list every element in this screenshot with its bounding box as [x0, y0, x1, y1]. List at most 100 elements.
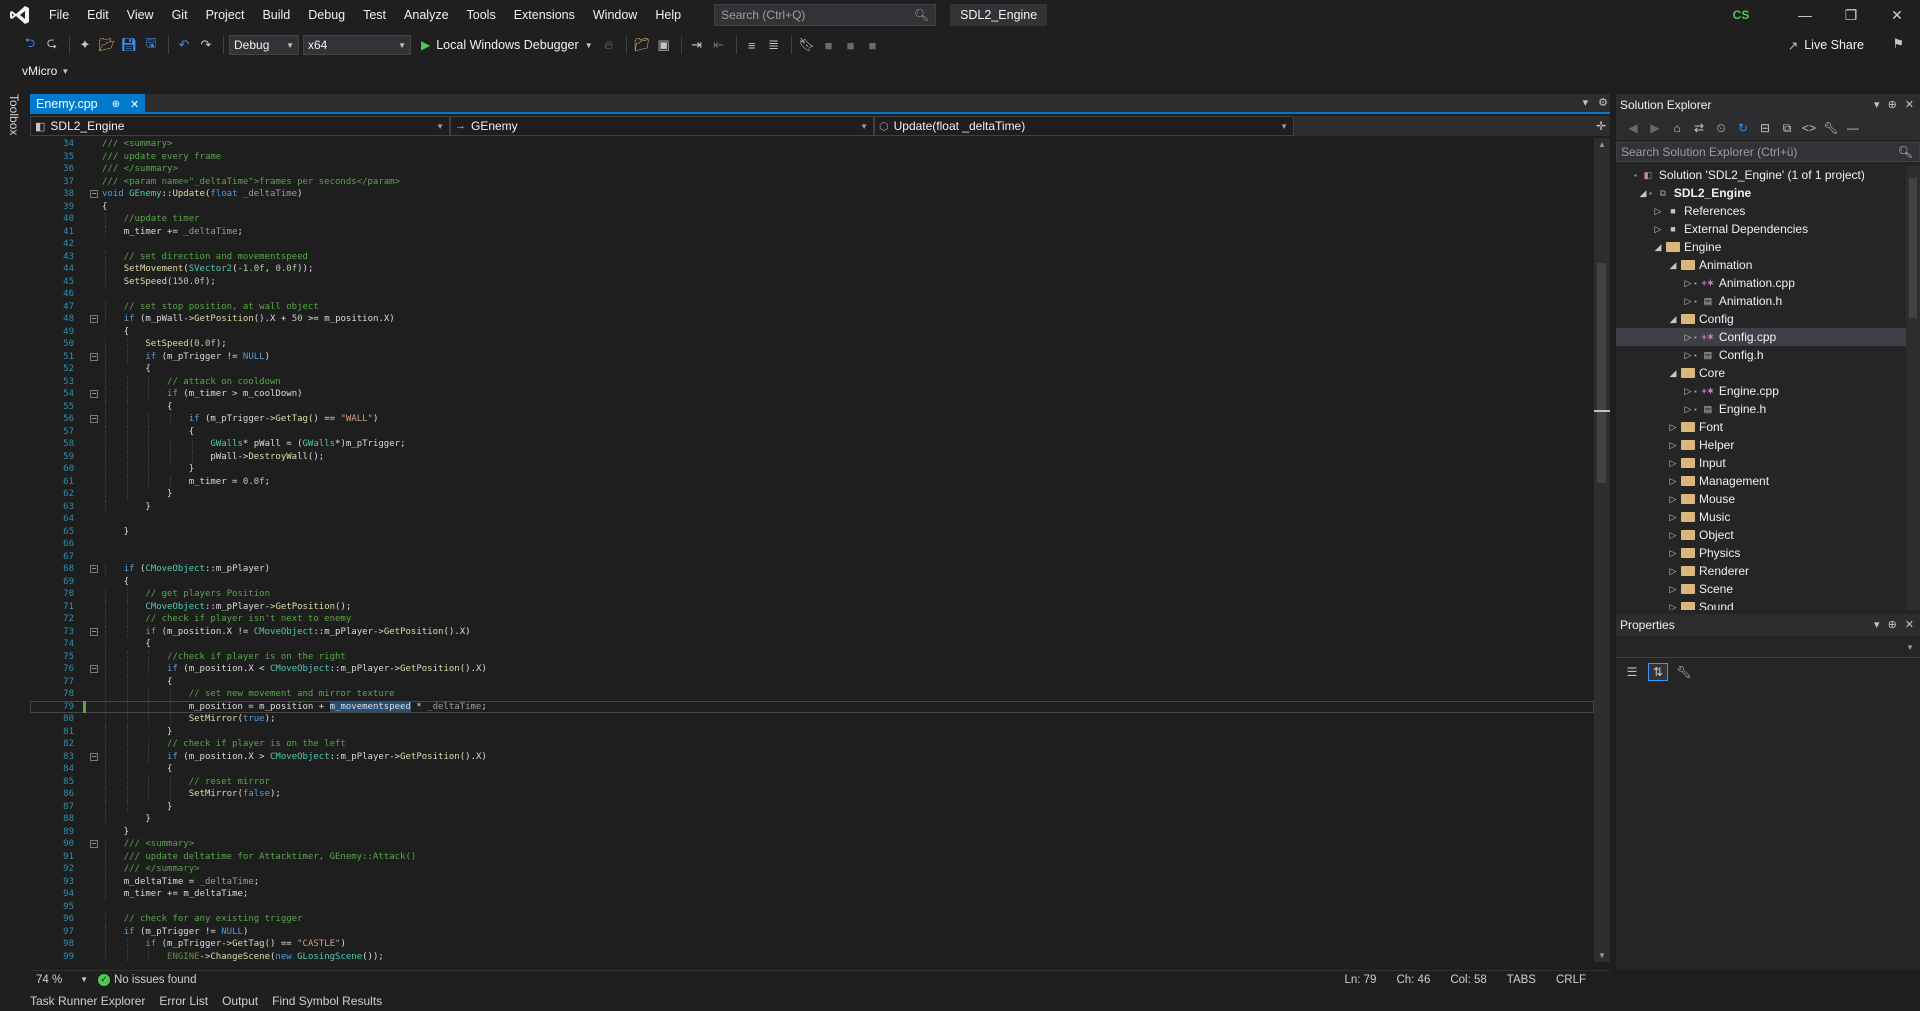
collapsed-arrow-icon[interactable]: ▷ — [1667, 602, 1679, 611]
solution-explorer-scrollbar[interactable] — [1906, 166, 1920, 610]
preview-selected-icon[interactable]: — — [1842, 121, 1864, 135]
code-line[interactable]: 98 if (m_pTrigger->GetTag() == "CASTLE") — [30, 938, 1594, 951]
global-search-box[interactable]: Search (Ctrl+Q) 🔍︎ — [714, 4, 937, 26]
pin-icon[interactable]: ⊕ — [112, 99, 120, 110]
uncomment-lines-icon[interactable]: ≣ — [764, 35, 784, 55]
close-icon[interactable]: ✕ — [1905, 618, 1914, 631]
scroll-up-icon[interactable]: ▲ — [1598, 140, 1606, 149]
step-over-icon[interactable]: ⇤ — [709, 35, 729, 55]
editor-vertical-scrollbar[interactable]: ▲ ▼ — [1594, 138, 1610, 962]
code-line[interactable]: 37 /// <param name="_deltaTime">frames pe… — [30, 176, 1594, 189]
navigate-back-icon[interactable]: ⮌ — [20, 35, 40, 55]
scrollbar-thumb[interactable] — [1597, 263, 1606, 483]
collapsed-arrow-icon[interactable]: ▷ — [1682, 332, 1694, 343]
code-line[interactable]: 90 − /// <summary> — [30, 838, 1594, 851]
code-line[interactable]: 79 m_position = m_position + m_movements… — [30, 700, 1594, 713]
redo-icon[interactable]: ↷ — [196, 35, 216, 55]
close-icon[interactable]: ✕ — [1905, 98, 1914, 111]
minimize-button[interactable]: — — [1782, 0, 1828, 30]
tree-item[interactable]: ▷ Management — [1616, 472, 1906, 490]
collapse-block-icon[interactable]: − — [90, 840, 98, 848]
save-icon[interactable]: 💾︎ — [119, 35, 139, 55]
collapsed-arrow-icon[interactable]: ▷ — [1667, 494, 1679, 505]
visual-studio-logo-icon[interactable] — [0, 0, 40, 30]
indent-mode[interactable]: TABS — [1507, 974, 1536, 986]
tab-list-dropdown-icon[interactable]: ▾ — [1583, 96, 1589, 109]
tree-item[interactable]: ◢ ▪ ⧉ SDL2_Engine — [1616, 184, 1906, 202]
property-pages-wrench-icon[interactable]: 🔧︎ — [1674, 663, 1694, 681]
collapse-block-icon[interactable]: − — [90, 627, 98, 636]
code-line[interactable]: 56 − if (m_pTrigger->GetTag() == "WALL") — [30, 413, 1594, 426]
tree-item[interactable]: ◢ Animation — [1616, 256, 1906, 274]
navigate-forward-icon[interactable]: ⮎ — [42, 35, 62, 55]
code-line[interactable]: 82 // check if player is on the left — [30, 738, 1594, 751]
tab-enemy-cpp[interactable]: Enemy.cpp ⊕ ✕ — [30, 94, 146, 114]
expanded-arrow-icon[interactable]: ◢ — [1667, 368, 1679, 379]
tree-item[interactable]: ▷ ▪ ▤ Animation.h — [1616, 292, 1906, 310]
menu-build[interactable]: Build — [253, 0, 299, 30]
collapsed-arrow-icon[interactable]: ▷ — [1652, 224, 1664, 235]
switch-views-icon[interactable]: ⇄ — [1688, 121, 1710, 135]
line-endings[interactable]: CRLF — [1556, 974, 1586, 986]
tree-item[interactable]: ▷ ▪ ▤ Engine.h — [1616, 400, 1906, 418]
tree-item[interactable]: ▷ Music — [1616, 508, 1906, 526]
member-scope-dropdown[interactable]: ⬡ Update(float _deltaTime) ▼ — [874, 116, 1294, 136]
properties-object-dropdown[interactable]: ▼ — [1616, 638, 1920, 658]
tree-item[interactable]: ▷ Scene — [1616, 580, 1906, 598]
menu-help[interactable]: Help — [646, 0, 690, 30]
bottom-tab-output[interactable]: Output — [222, 994, 258, 1008]
collapse-block-icon[interactable]: − — [90, 665, 98, 673]
code-line[interactable]: 97 if (m_pTrigger != NULL) — [30, 925, 1594, 938]
code-line[interactable]: 77 { — [30, 675, 1594, 688]
code-line[interactable]: 91 /// update deltatime for Attacktimer,… — [30, 850, 1594, 863]
collapsed-arrow-icon[interactable]: ▷ — [1667, 422, 1679, 433]
back-icon[interactable]: ◀ — [1622, 121, 1644, 135]
code-line[interactable]: 46 — [30, 288, 1594, 301]
code-line[interactable]: 43 // set direction and movementspeed — [30, 250, 1594, 263]
menu-extensions[interactable]: Extensions — [505, 0, 584, 30]
collapsed-arrow-icon[interactable]: ▷ — [1667, 584, 1679, 595]
code-line[interactable]: 45 SetSpeed(150.0f); — [30, 275, 1594, 288]
project-scope-dropdown[interactable]: ◧ SDL2_Engine ▼ — [30, 116, 450, 136]
solution-explorer-search[interactable]: Search Solution Explorer (Ctrl+ü) 🔍︎ — [1616, 142, 1920, 162]
code-line[interactable]: 49 { — [30, 326, 1594, 339]
collapsed-arrow-icon[interactable]: ▷ — [1667, 458, 1679, 469]
code-line[interactable]: 62 } — [30, 488, 1594, 501]
code-line[interactable]: 80 SetMirror(true); — [30, 713, 1594, 726]
tree-item[interactable]: ▷ Input — [1616, 454, 1906, 472]
tree-item[interactable]: ▷ Helper — [1616, 436, 1906, 454]
collapsed-arrow-icon[interactable]: ▷ — [1682, 296, 1694, 307]
code-line[interactable]: 58 GWalls* pWall = (GWalls*)m_pTrigger; — [30, 438, 1594, 451]
code-line[interactable]: 89 } — [30, 826, 1594, 839]
solution-platform-dropdown[interactable]: x64 ▼ — [303, 35, 411, 55]
code-line[interactable]: 54 − if (m_timer > m_coolDown) — [30, 388, 1594, 401]
collapsed-arrow-icon[interactable]: ▷ — [1682, 404, 1694, 415]
code-line[interactable]: 34 /// <summary> — [30, 138, 1594, 151]
collapsed-arrow-icon[interactable]: ▷ — [1667, 566, 1679, 577]
vmicro-menu[interactable]: vMicro — [22, 64, 57, 78]
code-line[interactable]: 59 pWall->DestroyWall(); — [30, 450, 1594, 463]
collapsed-arrow-icon[interactable]: ▷ — [1667, 476, 1679, 487]
code-line[interactable]: 75 //check if player is on the right — [30, 650, 1594, 663]
menu-view[interactable]: View — [118, 0, 163, 30]
tree-item[interactable]: ▷ Physics — [1616, 544, 1906, 562]
code-line[interactable]: 76 − if (m_position.X < CMoveObject::m_pP… — [30, 663, 1594, 676]
tree-item[interactable]: ▷ Sound — [1616, 598, 1906, 610]
code-line[interactable]: 84 { — [30, 763, 1594, 776]
solution-configuration-dropdown[interactable]: Debug ▼ — [229, 35, 299, 55]
menu-window[interactable]: Window — [584, 0, 646, 30]
code-line[interactable]: 50 SetSpeed(0.0f); — [30, 338, 1594, 351]
code-line[interactable]: 69 { — [30, 576, 1594, 589]
feedback-icon[interactable]: ⚑ — [1892, 36, 1904, 52]
close-window-button[interactable]: ✕ — [1874, 0, 1920, 30]
forward-icon[interactable]: ▶ — [1644, 121, 1666, 135]
collapse-block-icon[interactable]: − — [90, 415, 98, 423]
collapse-block-icon[interactable]: − — [90, 190, 98, 198]
code-line[interactable]: 38 − void GEnemy::Update(float _deltaTime) — [30, 188, 1594, 201]
tree-item[interactable]: ▷ Object — [1616, 526, 1906, 544]
code-line[interactable]: 65 } — [30, 526, 1594, 539]
tree-item[interactable]: ▷ ▪ +✶ Config.cpp — [1616, 328, 1906, 346]
code-line[interactable]: 48 − if (m_pWall->GetPosition().X + 50 >=… — [30, 313, 1594, 326]
code-line[interactable]: 99 ENGINE->ChangeScene(new GLosingScene(… — [30, 950, 1594, 962]
next-bookmark-icon[interactable]: ■ — [841, 35, 861, 55]
